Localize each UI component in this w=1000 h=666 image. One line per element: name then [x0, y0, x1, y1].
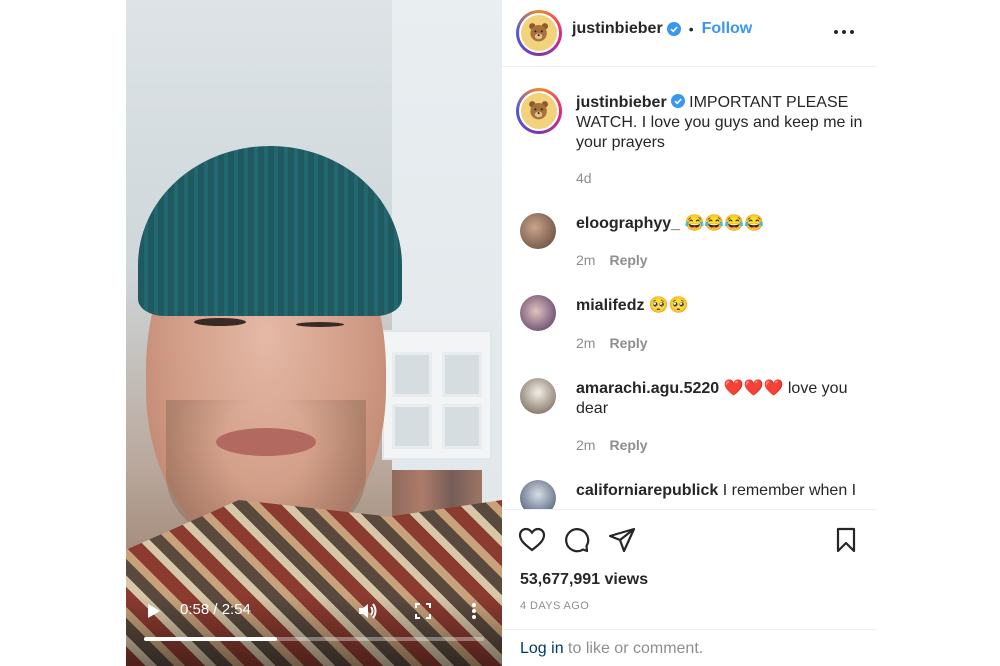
comment-age: 2m: [576, 437, 596, 453]
video-cabinet: [382, 330, 492, 460]
caption-age: 4d: [576, 170, 592, 186]
reply-button[interactable]: Reply: [609, 335, 647, 351]
post-date: 4 DAYS AGO: [520, 600, 590, 612]
comment-avatar[interactable]: [520, 480, 556, 509]
comment-username[interactable]: californiarepublick: [576, 482, 718, 499]
comments-list[interactable]: justinbieber IMPORTANT PLEASE WATCH. I l…: [502, 67, 876, 509]
caption-avatar[interactable]: [516, 88, 562, 134]
heart-icon[interactable]: [518, 526, 546, 554]
header-separator: •: [688, 21, 694, 37]
login-link[interactable]: Log in: [520, 640, 564, 657]
post-actions: 53,677,991 views 4 DAYS AGO: [502, 509, 876, 629]
comment-text: 🥺🥺: [648, 297, 689, 314]
comment-age: 2m: [576, 252, 596, 268]
comment-username[interactable]: amarachi.agu.5220: [576, 380, 719, 397]
comment-avatar[interactable]: [520, 378, 556, 414]
verified-icon: [670, 94, 685, 108]
comment-icon[interactable]: [562, 526, 590, 554]
comment-age: 2m: [576, 335, 596, 351]
post-header: justinbieber • Follow: [502, 0, 876, 67]
more-vertical-icon[interactable]: [464, 599, 484, 623]
follow-button[interactable]: Follow: [702, 20, 753, 38]
post-dialog: 0:58 / 2:54 justinbieber • Follow justin…: [126, 0, 876, 666]
caption-username[interactable]: justinbieber: [576, 94, 667, 111]
volume-icon[interactable]: [356, 599, 380, 623]
video-progress-bar[interactable]: [144, 637, 484, 641]
reply-button[interactable]: Reply: [609, 437, 647, 453]
play-icon[interactable]: [142, 599, 166, 623]
comment-text: I remember when I: [722, 482, 857, 499]
comment-item: mialifedz 🥺🥺: [576, 296, 866, 316]
video-person-beanie: [138, 146, 402, 316]
more-horizontal-icon[interactable]: [832, 20, 856, 44]
login-prompt-text: to like or comment.: [568, 640, 704, 657]
comment-meta: 2m Reply: [576, 335, 648, 351]
bookmark-icon[interactable]: [832, 526, 860, 554]
fullscreen-icon[interactable]: [411, 599, 435, 623]
video-player[interactable]: 0:58 / 2:54: [126, 0, 502, 666]
post-side-panel: justinbieber • Follow justinbieber IMPOR…: [502, 0, 876, 666]
header-username[interactable]: justinbieber: [572, 20, 663, 38]
bear-avatar-icon: [529, 23, 549, 42]
verified-icon: [666, 22, 681, 36]
video-progress-fill: [144, 637, 277, 641]
comment-item: eloographyy_ 😂😂😂😂: [576, 214, 866, 234]
comment-username[interactable]: eloographyy_: [576, 215, 680, 232]
comment-avatar[interactable]: [520, 213, 556, 249]
comment-username[interactable]: mialifedz: [576, 297, 644, 314]
comment-item: californiarepublick I remember when I: [576, 481, 866, 501]
bear-avatar-icon: [529, 101, 549, 120]
comment-meta: 2m Reply: [576, 252, 648, 268]
video-time: 0:58 / 2:54: [180, 601, 251, 618]
view-count: 53,677,991 views: [520, 571, 649, 588]
comment-avatar[interactable]: [520, 295, 556, 331]
share-icon[interactable]: [608, 526, 636, 554]
avatar[interactable]: [516, 10, 562, 56]
comment-meta: 2m Reply: [576, 437, 648, 453]
reply-button[interactable]: Reply: [609, 252, 647, 268]
login-prompt: Log in to like or comment.: [502, 629, 876, 666]
post-caption: justinbieber IMPORTANT PLEASE WATCH. I l…: [576, 93, 866, 153]
comment-item: amarachi.agu.5220 ❤️❤️❤️ love you dear: [576, 379, 866, 419]
comment-text: 😂😂😂😂: [684, 215, 765, 232]
